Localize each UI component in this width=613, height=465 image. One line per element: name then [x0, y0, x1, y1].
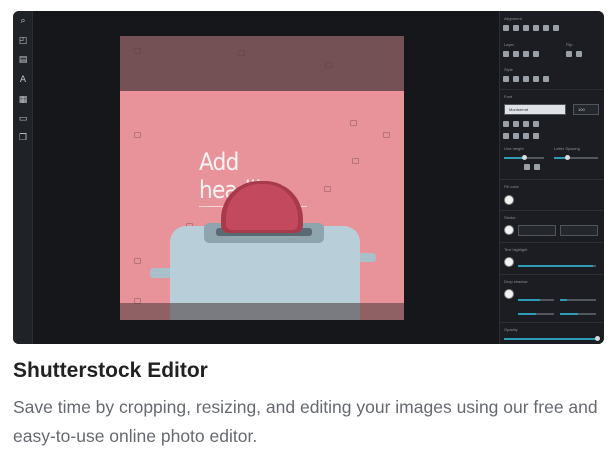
panel-divider	[500, 274, 604, 275]
stroke-label: Stroke	[504, 215, 516, 220]
font-family-select[interactable]: Montserrat	[504, 104, 566, 115]
canvas-crop-shade-top	[120, 36, 404, 91]
panel-divider	[500, 242, 604, 243]
panel-divider	[500, 210, 604, 211]
shadow-offset-x-slider[interactable]	[518, 313, 554, 315]
watermark-icon	[238, 50, 245, 56]
canvas-crop-shade-bottom	[120, 303, 404, 320]
stroke-width-select[interactable]	[560, 225, 598, 236]
text-format-buttons[interactable]	[503, 121, 539, 127]
watermark-icon	[325, 62, 332, 68]
layer-label: Layer	[504, 42, 515, 47]
grid-icon: ▦	[18, 95, 28, 105]
stroke-style-select[interactable]	[518, 225, 556, 236]
highlight-color-swatch[interactable]	[504, 257, 514, 267]
panel-divider	[500, 322, 604, 323]
letter-spacing-slider-handle[interactable]	[565, 155, 570, 160]
editor-preview-image: ⌕ ◰ ▤ A ▦ ▭ ❐ Add headline	[13, 11, 604, 344]
text-highlight-label: Text highlight	[504, 247, 528, 252]
watermark-icon	[134, 132, 141, 138]
layers-icon: ▤	[18, 55, 28, 65]
stack-icon: ❐	[18, 133, 28, 143]
watermark-icon	[352, 158, 359, 164]
editor-canvas: Add headline	[120, 36, 404, 320]
style-buttons[interactable]	[503, 76, 549, 82]
toaster-lever-right	[358, 253, 376, 262]
layer-buttons[interactable]	[503, 51, 539, 57]
editor-properties-panel: Alignment Layer Flip Style Font Montserr…	[499, 11, 604, 344]
watermark-icon	[324, 186, 331, 192]
font-size-select[interactable]: 100	[573, 104, 599, 115]
frame-icon: ▭	[18, 114, 28, 124]
flip-buttons[interactable]	[566, 51, 582, 57]
text-icon: A	[19, 75, 27, 85]
card-description: Save time by cropping, resizing, and edi…	[13, 397, 598, 446]
style-label: Style	[504, 67, 513, 72]
panel-divider	[500, 179, 604, 180]
shadow-offset-y-slider[interactable]	[560, 313, 596, 315]
drop-shadow-label: Drop shadow	[504, 279, 528, 284]
watermark-icon	[134, 258, 141, 264]
line-height-slider-handle[interactable]	[522, 155, 527, 160]
shadow-blur-slider[interactable]	[560, 299, 596, 301]
flip-label: Flip	[566, 42, 573, 47]
spacing-reset-buttons[interactable]	[524, 164, 540, 170]
alignment-buttons[interactable]	[503, 25, 559, 31]
alignment-label: Alignment	[504, 16, 522, 21]
editor-workspace: Add headline	[33, 11, 499, 344]
crop-icon: ◰	[18, 36, 28, 46]
text-align-buttons[interactable]	[503, 133, 539, 139]
watermark-icon	[383, 132, 390, 138]
font-label: Font	[504, 94, 513, 99]
line-height-label: Line height	[504, 146, 524, 151]
watermark-icon	[350, 120, 357, 126]
highlight-opacity-slider[interactable]	[518, 265, 596, 267]
fill-color-label: Fill color	[504, 184, 519, 189]
panel-divider	[500, 89, 604, 90]
editor-left-toolbar: ⌕ ◰ ▤ A ▦ ▭ ❐	[13, 11, 33, 344]
shadow-color-swatch[interactable]	[504, 289, 514, 299]
letter-spacing-label: Letter Spacing	[554, 146, 580, 151]
fill-color-swatch[interactable]	[504, 195, 514, 205]
shadow-opacity-slider[interactable]	[518, 299, 554, 301]
opacity-slider[interactable]	[504, 338, 598, 340]
letter-spacing-slider[interactable]	[554, 157, 598, 159]
opacity-label: Opacity	[504, 327, 518, 332]
card-title[interactable]: Shutterstock Editor	[13, 358, 208, 384]
stroke-color-swatch[interactable]	[504, 225, 514, 235]
toaster-lever-left	[150, 268, 172, 278]
watermark-icon	[134, 48, 141, 54]
search-icon: ⌕	[20, 16, 26, 26]
opacity-slider-handle[interactable]	[595, 336, 600, 341]
